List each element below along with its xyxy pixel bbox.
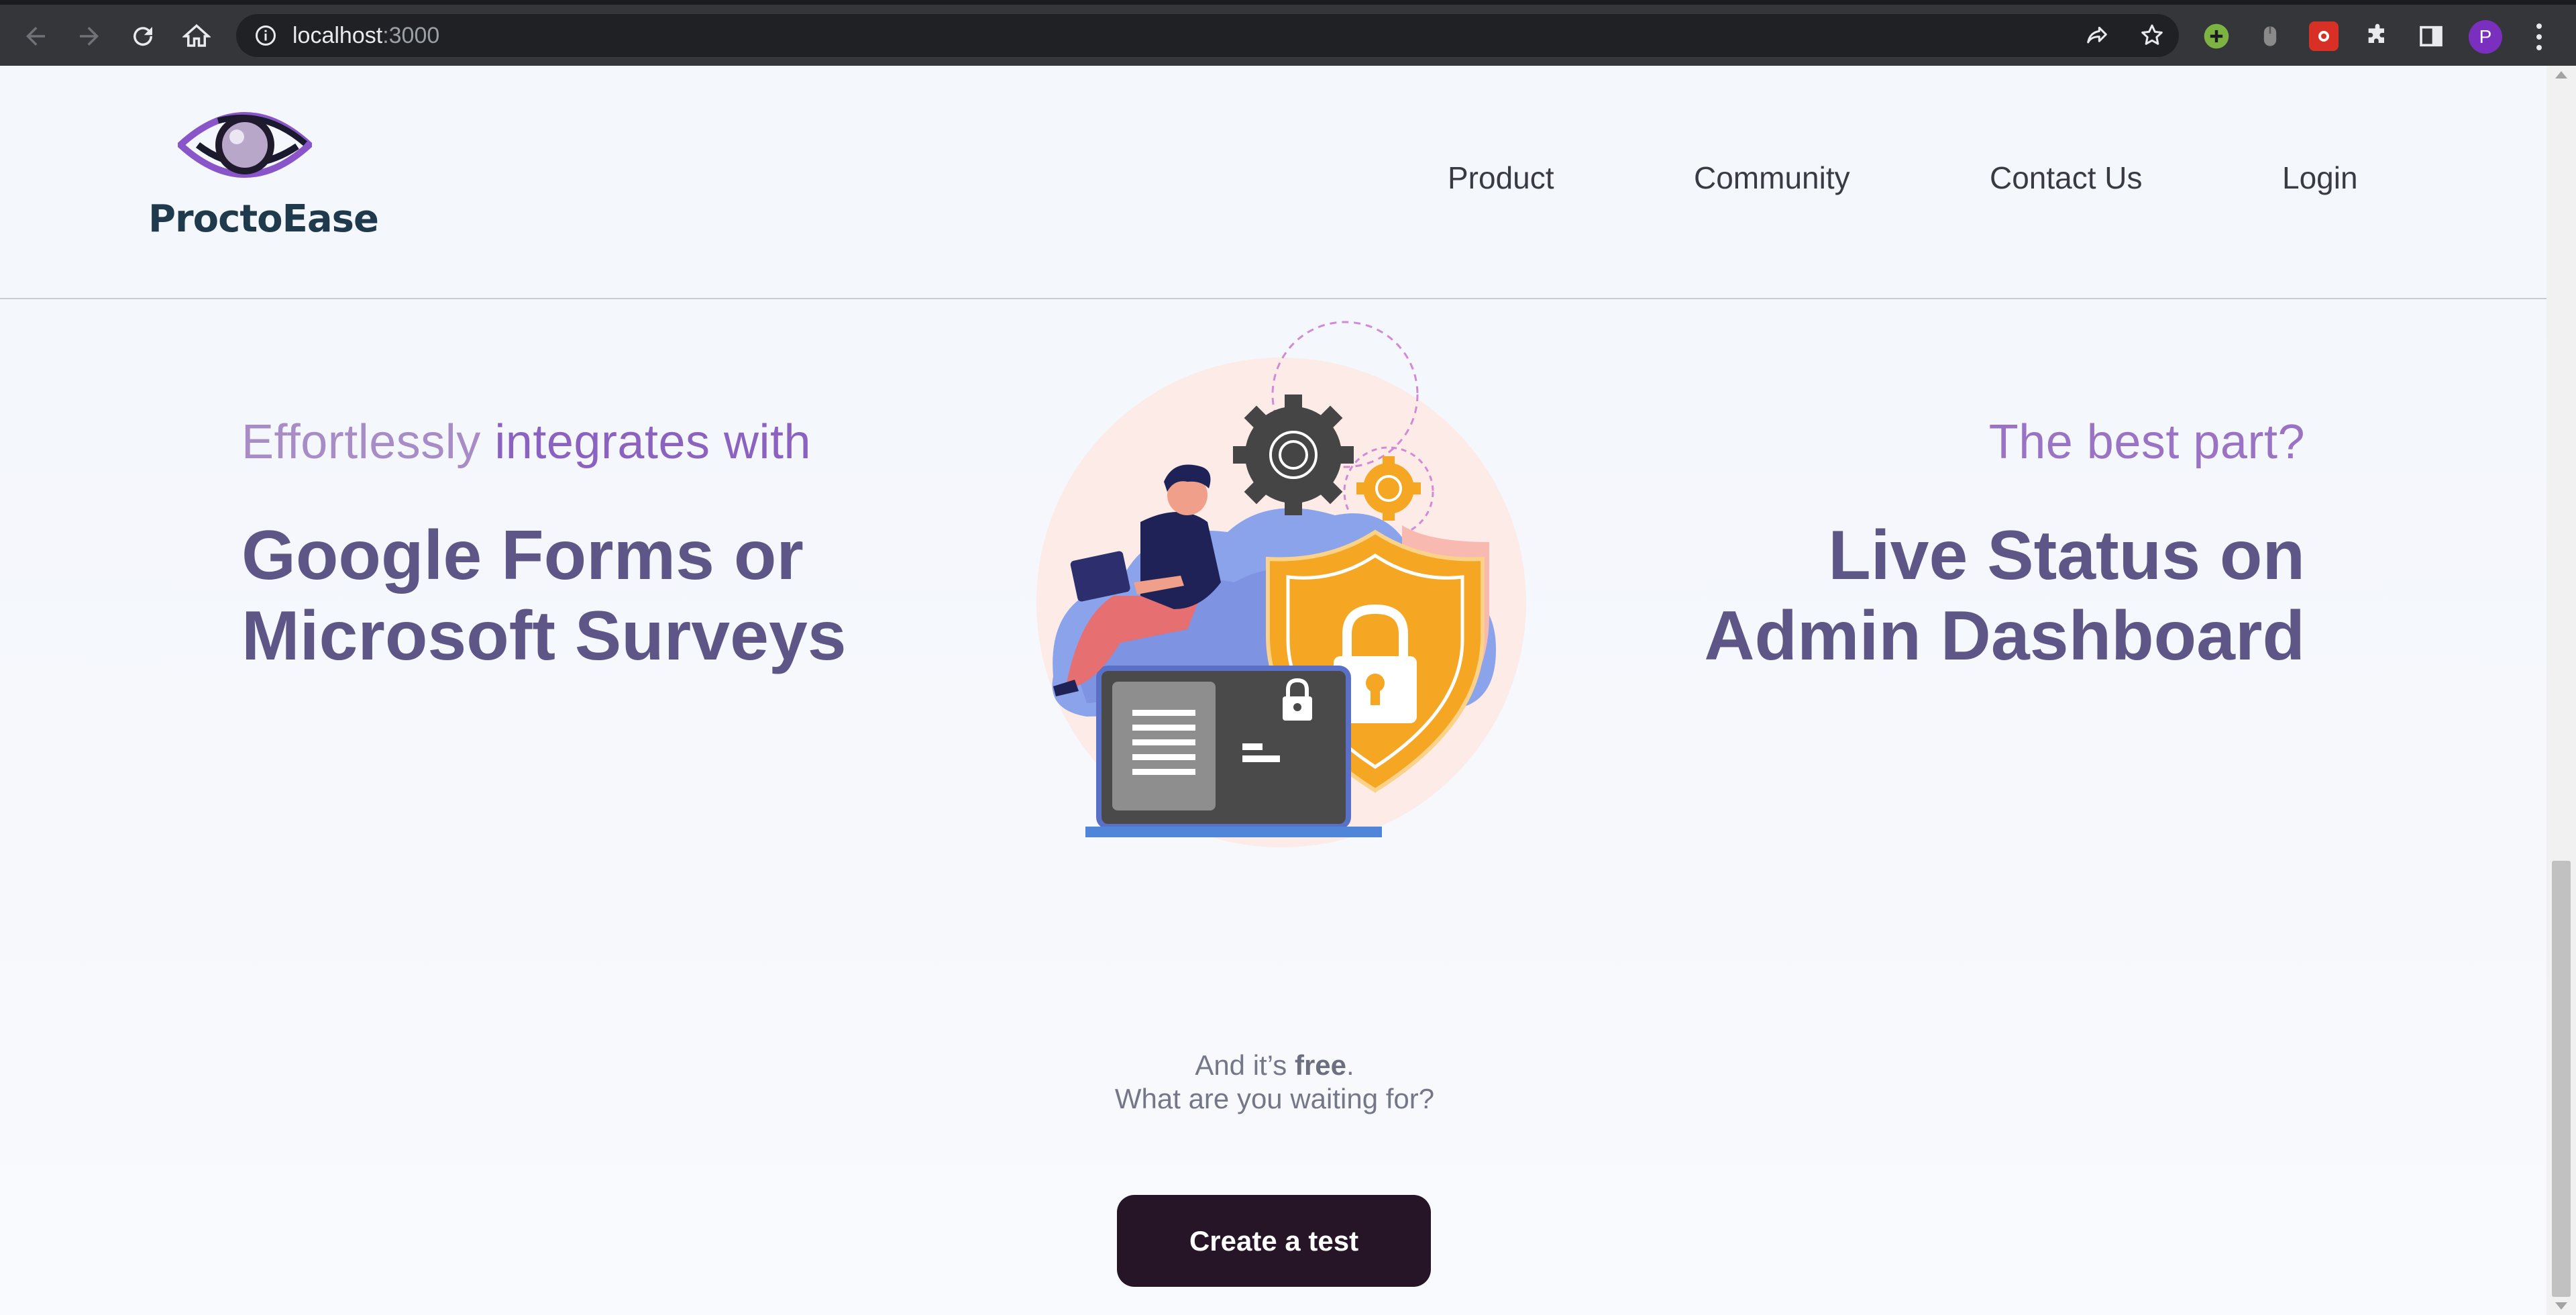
url-port: :3000: [382, 23, 440, 48]
extension-mouse-icon[interactable]: [2255, 21, 2285, 51]
scroll-down-arrow-icon[interactable]: [2555, 1302, 2567, 1310]
bookmark-star-icon[interactable]: [2137, 21, 2167, 50]
tagline-word-accent: integrates with: [494, 415, 812, 469]
reload-button[interactable]: [123, 17, 162, 56]
nav-community[interactable]: Community: [1694, 160, 1850, 196]
forward-button[interactable]: [70, 17, 109, 56]
page-viewport: ProctoEase Product Community Contact Us …: [0, 66, 2546, 1315]
reload-icon: [133, 27, 153, 46]
brand-logo[interactable]: ProctoEase: [144, 106, 379, 280]
site-header: ProctoEase Product Community Contact Us …: [0, 66, 2546, 299]
security-cloud-illustration: [1036, 321, 1526, 847]
dashboard-headline: Live Status on Admin Dashboard: [1634, 515, 2305, 676]
integration-headline: Google Forms or Microsoft Surveys: [241, 515, 912, 676]
integration-tagline: Effortlessly integrates with: [241, 415, 912, 470]
tagline-word-light: Effortlessly: [241, 415, 481, 469]
integration-section: Effortlessly integrates with Google Form…: [241, 415, 912, 676]
back-button[interactable]: [16, 17, 55, 56]
headline-line-1: Live Status on: [1828, 517, 2305, 594]
extensions-puzzle-icon[interactable]: [2363, 21, 2392, 51]
side-panel-icon[interactable]: [2416, 21, 2446, 51]
nav-login[interactable]: Login: [2282, 160, 2358, 196]
url-host: localhost: [292, 23, 383, 48]
home-button[interactable]: [177, 17, 216, 56]
cta-line-1: And it’s free.: [1033, 1049, 1516, 1082]
info-icon[interactable]: [254, 23, 278, 48]
headline-line-1: Google Forms or: [241, 517, 804, 594]
extension-red-icon[interactable]: [2309, 21, 2339, 51]
back-arrow-icon: [26, 27, 45, 46]
headline-line-2: Microsoft Surveys: [241, 597, 847, 675]
cta-prefix: And it’s: [1195, 1049, 1295, 1081]
headline-line-2: Admin Dashboard: [1704, 597, 2305, 675]
nav-contact-us[interactable]: Contact Us: [1990, 160, 2143, 196]
cta-message: And it’s free. What are you waiting for?: [1033, 1049, 1516, 1116]
tab-strip-edge: [0, 0, 2576, 5]
cta-suffix: .: [1346, 1049, 1354, 1081]
scrollbar-thumb[interactable]: [2552, 861, 2571, 1297]
nav-product[interactable]: Product: [1448, 160, 1554, 196]
forward-arrow-icon: [80, 27, 99, 46]
cta-line-2: What are you waiting for?: [1114, 1083, 1435, 1114]
cta-free-word: free: [1294, 1049, 1347, 1081]
laptop-icon: [1085, 666, 1382, 837]
menu-kebab-icon[interactable]: [2529, 21, 2549, 53]
scroll-up-arrow-icon[interactable]: [2555, 71, 2567, 78]
address-bar[interactable]: localhost:3000: [236, 14, 2179, 57]
large-gear-icon: [1233, 394, 1354, 515]
home-icon: [182, 23, 211, 47]
eye-logo-icon: [178, 112, 312, 178]
dashboard-section: The best part? Live Status on Admin Dash…: [1634, 415, 2305, 676]
url-text[interactable]: localhost:3000: [292, 14, 439, 57]
page-scrollbar[interactable]: [2546, 66, 2576, 1315]
create-test-button[interactable]: Create a test: [1117, 1195, 1431, 1287]
browser-toolbar: localhost:3000 P: [0, 5, 2576, 66]
brand-name: ProctoEase: [148, 197, 379, 241]
share-icon[interactable]: [2082, 21, 2112, 50]
extension-green-plus-icon[interactable]: [2202, 21, 2231, 51]
dashboard-tagline: The best part?: [1988, 415, 2305, 469]
profile-avatar[interactable]: P: [2469, 20, 2502, 54]
